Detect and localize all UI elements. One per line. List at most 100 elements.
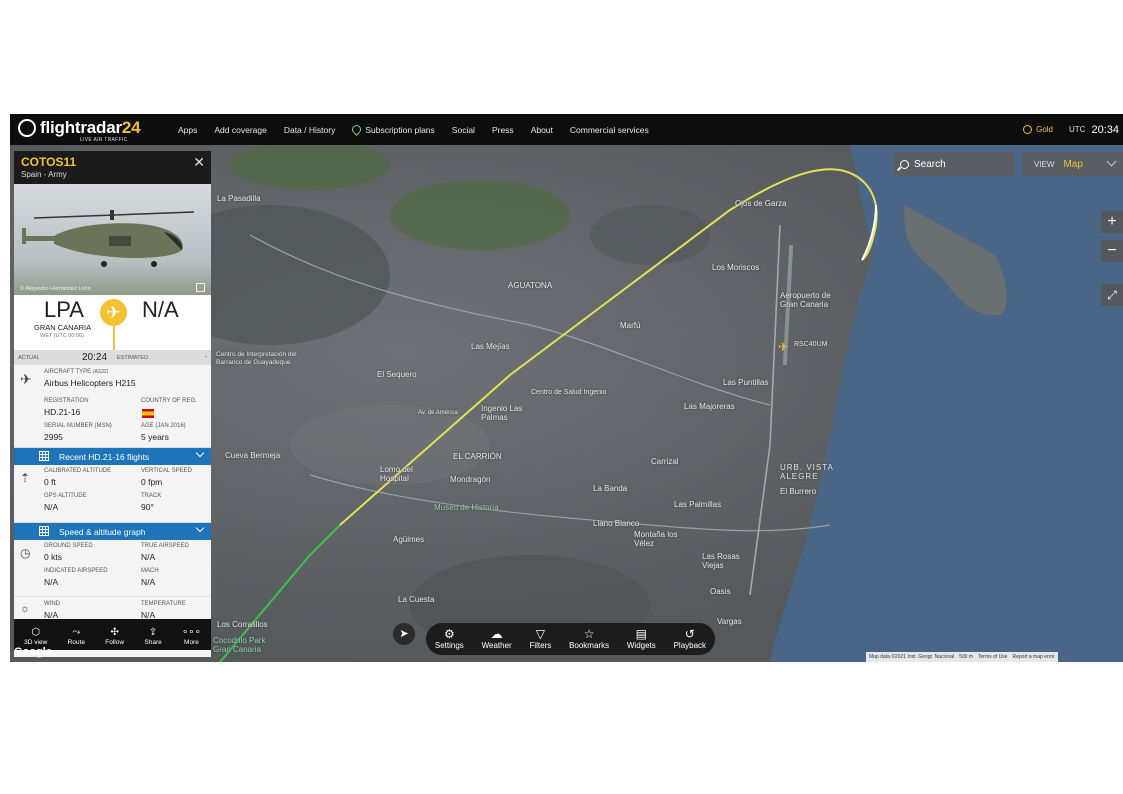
cube-icon: ⬡ <box>31 627 41 638</box>
flight-info-panel: COTOS11 Spain - Army ✕ © Alejandro Herná… <box>14 151 211 657</box>
view-selector[interactable]: VIEW Map <box>1022 152 1123 176</box>
more-icon: ∘∘∘ <box>182 627 201 638</box>
playback-button[interactable]: ↺ Playback <box>674 628 706 650</box>
map-label: Av. de América <box>418 410 458 416</box>
map-label: Llano Blanco <box>593 519 640 528</box>
widgets-button[interactable]: ▤ Widgets <box>627 628 656 650</box>
weather-icon: ☁ <box>490 627 503 641</box>
gauge-icon: ◷ <box>20 546 31 560</box>
more-button[interactable]: ∘∘∘ More <box>182 627 201 646</box>
cal-alt-label: CALIBRATED ALTITUDE <box>44 468 112 474</box>
share-icon: ⇪ <box>148 627 158 638</box>
search-button[interactable]: Search <box>894 152 1014 176</box>
nav-item-commercial-services[interactable]: Commercial services <box>570 125 649 135</box>
account-area: Gold UTC 20:34 <box>1023 114 1119 145</box>
button-label: Route <box>67 639 85 646</box>
flight-callsign: COTOS11 <box>21 155 77 169</box>
recent-flights-toggle[interactable]: Recent HD.21-16 flights <box>14 448 211 465</box>
map-label: El Sequero <box>377 370 417 379</box>
follow-button[interactable]: ✣ Follow <box>105 627 124 646</box>
true-airspeed-value: N/A <box>141 552 156 562</box>
bookmarks-button[interactable]: ☆ Bookmarks <box>569 628 609 650</box>
map-label: Centro de Interpretación del Barranco de… <box>216 351 297 366</box>
airplane-icon: ✈ <box>20 371 32 387</box>
location-pin-icon <box>350 122 364 136</box>
3d-view-button[interactable]: ⬡ 3D view <box>24 627 47 646</box>
terms-link[interactable]: Terms of Use <box>978 654 1007 660</box>
destination-code: N/A <box>142 297 179 322</box>
account-button[interactable]: Gold <box>1023 125 1053 134</box>
mach-value: N/A <box>141 577 156 587</box>
map-label: La Banda <box>593 484 628 493</box>
gps-alt-label: GPS ALTITUDE <box>44 493 87 499</box>
vspeed-value: 0 fpm <box>141 477 163 487</box>
plane-icon: ✈ <box>100 299 127 326</box>
age-label: AGE (JAN 2016) <box>141 423 186 429</box>
account-tier: Gold <box>1036 125 1054 134</box>
logo-icon <box>18 119 36 137</box>
chevron-down-icon <box>1106 156 1117 167</box>
track-value: 90° <box>141 502 154 512</box>
wind-icon: ☼ <box>20 603 31 615</box>
search-icon <box>900 159 909 169</box>
panel-header: COTOS11 Spain - Army ✕ <box>14 151 211 184</box>
map-label: Las Rosas Viejas <box>702 552 740 570</box>
nav-item-social[interactable]: Social <box>452 125 475 135</box>
main-nav: Apps Add coverage Data / History Subscri… <box>178 114 666 145</box>
map-label: Ingenio Las Palmas <box>481 404 523 422</box>
app-frame: ✈ Ojos de Garza Los Moriscos Aeropuerto … <box>10 114 1123 662</box>
map-attribution: Map data ©2021 Inst. Geogr. Nacional 500… <box>866 652 1058 662</box>
nav-item-subscription-plans[interactable]: Subscription plans <box>350 122 435 136</box>
zoom-out-button[interactable]: − <box>1101 240 1123 262</box>
nav-item-add-coverage[interactable]: Add coverage <box>214 125 266 135</box>
button-label: More <box>184 639 199 646</box>
nav-item-apps[interactable]: Apps <box>178 125 197 135</box>
zoom-in-button[interactable]: + <box>1101 211 1123 233</box>
speed-graph-toggle[interactable]: Speed & altitude graph <box>14 523 211 540</box>
share-button[interactable]: ⇪ Share <box>144 627 161 646</box>
report-error-link[interactable]: Report a map error <box>1012 654 1054 660</box>
button-label: 3D view <box>24 639 48 646</box>
settings-button[interactable]: ⚙ Settings <box>435 628 464 650</box>
logo-number: 24 <box>121 118 141 137</box>
route-icon: ⤳ <box>72 627 81 638</box>
estimated-time: - <box>204 354 207 361</box>
map-label: Agüimes <box>393 535 425 544</box>
aircraft-type-value: Airbus Helicopters H215 <box>44 378 136 388</box>
nav-item-data-history[interactable]: Data / History <box>284 125 336 135</box>
my-location-button[interactable]: ➤ <box>393 623 415 645</box>
ground-speed-label: GROUND SPEED <box>44 543 93 549</box>
map-label: Mondragón <box>450 475 491 484</box>
aircraft-photo[interactable]: © Alejandro Hernández León <box>14 184 211 295</box>
button-label: Playback <box>673 641 707 650</box>
route-line <box>113 326 115 350</box>
speed-graph-label: Speed & altitude graph <box>59 527 146 537</box>
map-label: Aeropuerto de Gran Canaria <box>780 291 831 309</box>
fullscreen-button[interactable]: ⤢ <box>1101 284 1123 306</box>
route-button[interactable]: ⤳ Route <box>68 627 85 646</box>
map-label: Cocodrilo Park Gran Canaria <box>213 636 266 654</box>
external-link-icon[interactable] <box>196 283 205 292</box>
estimated-label: ESTIMATED <box>117 355 149 361</box>
map-data-credit: Map data ©2021 Inst. Geogr. Nacional <box>869 654 955 660</box>
map-label: Lomo del Hospital <box>380 465 413 483</box>
registration-value[interactable]: HD.21-16 <box>44 407 80 417</box>
nav-item-about[interactable]: About <box>531 125 553 135</box>
map-label: EL CARRIÓN <box>453 452 502 461</box>
filters-button[interactable]: ▽ Filters <box>529 628 551 650</box>
other-aircraft-label[interactable]: RSC40UM <box>794 341 827 348</box>
origin-code[interactable]: LPA <box>44 297 84 323</box>
button-label: Bookmarks <box>569 641 610 650</box>
serial-value: 2995 <box>44 432 63 442</box>
indicated-airspeed-value: N/A <box>44 577 59 587</box>
map-label: Museo de Historia <box>434 503 499 512</box>
actual-label: ACTUAL <box>18 355 40 361</box>
map-label: Centro de Salud Ingenio <box>531 389 607 396</box>
actual-time: 20:24 <box>82 352 108 363</box>
close-icon[interactable]: ✕ <box>193 154 205 171</box>
weather-button[interactable]: ☁ Weather <box>482 628 512 650</box>
nav-item-press[interactable]: Press <box>492 125 514 135</box>
wind-label: WIND <box>44 601 60 607</box>
map-label: La Pasadilla <box>217 194 261 203</box>
origin-timezone: WET (UTC 00:00) <box>40 333 84 339</box>
